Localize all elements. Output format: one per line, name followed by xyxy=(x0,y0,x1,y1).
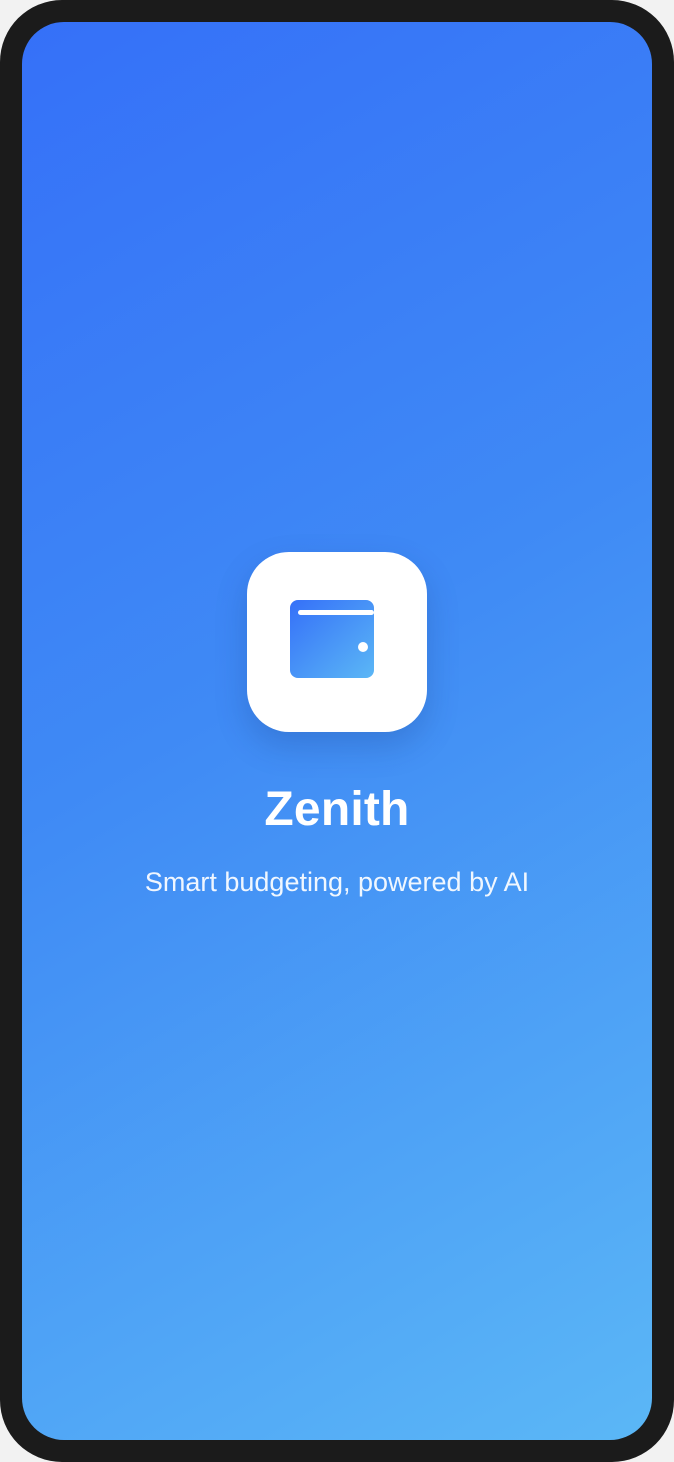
device-frame: Zenith Smart budgeting, powered by AI xyxy=(0,0,674,1462)
splash-content: Zenith Smart budgeting, powered by AI xyxy=(22,552,652,898)
splash-screen: Zenith Smart budgeting, powered by AI xyxy=(22,22,652,1440)
app-title: Zenith xyxy=(264,783,410,836)
wallet-icon xyxy=(290,600,374,678)
app-tagline: Smart budgeting, powered by AI xyxy=(144,867,530,897)
app-logo xyxy=(247,552,427,732)
